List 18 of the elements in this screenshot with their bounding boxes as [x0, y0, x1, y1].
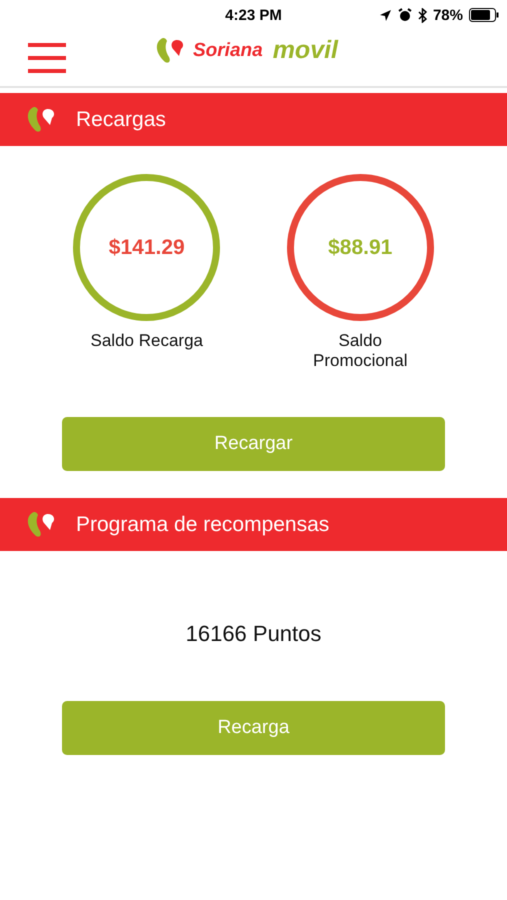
- status-time: 4:23 PM: [225, 6, 282, 24]
- recharge-button[interactable]: Recarga: [62, 701, 445, 755]
- menu-button[interactable]: [28, 43, 66, 73]
- balance-label: Saldo Recarga: [90, 331, 204, 351]
- balance-amount: $141.29: [108, 236, 185, 260]
- recharge-button[interactable]: Recargar: [62, 417, 445, 471]
- bluetooth-icon: [418, 8, 427, 22]
- location-icon: [378, 8, 392, 22]
- brand-suffix: movil: [272, 36, 338, 65]
- section-title: Programa de recompensas: [76, 512, 330, 536]
- battery-percent: 78%: [432, 6, 463, 24]
- section-title: Recargas: [76, 108, 166, 132]
- battery-icon: [469, 8, 499, 22]
- alarm-clock-icon: [398, 8, 412, 22]
- balance-amount: $88.91: [328, 236, 392, 260]
- points-total: 16166 Puntos: [184, 621, 322, 647]
- balance-label: Saldo Promocional: [312, 331, 408, 371]
- brand-name: Soriana: [193, 40, 263, 62]
